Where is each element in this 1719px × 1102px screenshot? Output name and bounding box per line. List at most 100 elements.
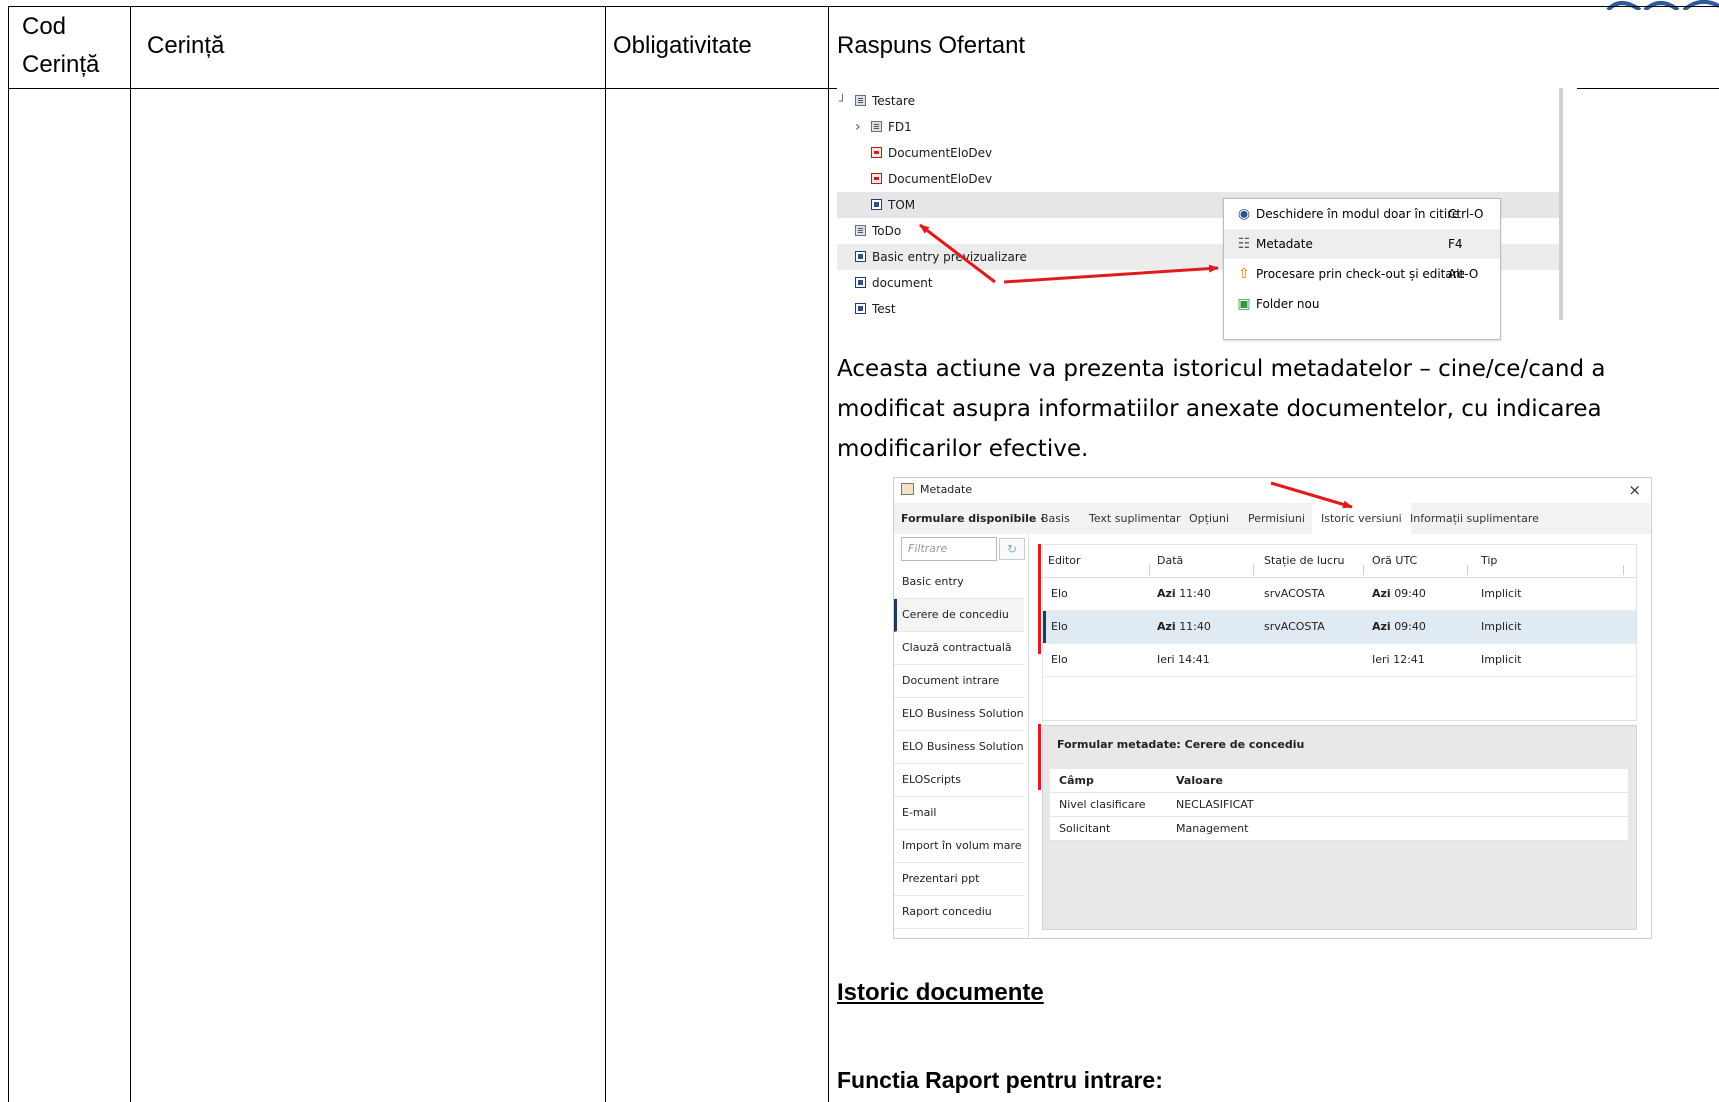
expand-icon[interactable]: › [855, 114, 861, 140]
table-row-selected[interactable]: Elo Azi 11:40 srvACOSTA Azi 09:40 Implic… [1043, 611, 1636, 644]
cell-type: Implicit [1481, 620, 1522, 633]
cell-utc-time: 09:40 [1394, 587, 1426, 600]
form-item[interactable]: Import în volum mare [894, 830, 1024, 863]
column-header-type[interactable]: Tip [1481, 545, 1497, 577]
cell-date-day: Ieri [1157, 653, 1175, 666]
menu-item-shortcut: Ctrl-O [1448, 207, 1484, 221]
table-row[interactable]: Elo Ieri 14:41 Ieri 12:41 Implicit [1043, 644, 1636, 677]
header-requirement: Cerință [147, 32, 225, 59]
menu-item-label: Procesare prin check-out și editare [1256, 267, 1465, 281]
cell-date-time: 11:40 [1179, 620, 1211, 633]
form-item[interactable]: ELO Business Solution T [894, 731, 1024, 764]
menu-item-checkout[interactable]: ⇧ Procesare prin check-out și editare Al… [1224, 259, 1500, 289]
repository-tree-screenshot: ┘ Testare › FD1 DocumentEloDev DocumentE… [837, 88, 1577, 340]
column-divider [1149, 565, 1150, 575]
menu-item-label: Metadate [1256, 237, 1313, 251]
cell-editor: Elo [1051, 653, 1068, 666]
column-header-editor[interactable]: Editor [1048, 545, 1081, 577]
cell-utc-time: 09:40 [1394, 620, 1426, 633]
menu-item-metadata[interactable]: ☷ Metadate F4 [1224, 229, 1500, 259]
menu-item-shortcut: F4 [1448, 237, 1463, 251]
tab-optiuni[interactable]: Opțiuni [1189, 503, 1229, 534]
word-doc-icon [871, 199, 882, 210]
close-icon[interactable]: × [1628, 478, 1641, 502]
detail-row[interactable]: Nivel clasificare NECLASIFICAT [1050, 793, 1628, 817]
detail-row[interactable]: Solicitant Management [1050, 817, 1628, 841]
form-item[interactable]: E-mail [894, 797, 1024, 830]
col-border-3 [828, 6, 829, 1102]
refresh-icon[interactable]: ↻ [999, 538, 1025, 560]
filter-input[interactable]: Filtrare [901, 537, 997, 561]
folder-icon [871, 121, 882, 132]
cell-date-day: Azi [1157, 620, 1176, 633]
col-border-left [8, 6, 9, 1102]
tree-item[interactable]: DocumentEloDev [837, 166, 1559, 192]
folder-icon [855, 95, 866, 106]
column-header-utc[interactable]: Oră UTC [1372, 545, 1417, 577]
context-menu: ◉ Deschidere în modul doar în citire Ctr… [1223, 198, 1501, 340]
form-item[interactable]: Clauză contractuală [894, 632, 1024, 665]
scrollbar[interactable] [1559, 88, 1563, 320]
metadata-icon [901, 483, 914, 495]
detail-value: Management [1176, 822, 1249, 835]
table-row[interactable]: Elo Azi 11:40 srvACOSTA Azi 09:40 Implic… [1043, 578, 1636, 611]
tree-item[interactable]: DocumentEloDev [837, 140, 1559, 166]
tab-permisiuni[interactable]: Permisiuni [1248, 503, 1305, 534]
cell-editor: Elo [1051, 587, 1068, 600]
word-doc-icon [855, 303, 866, 314]
form-item[interactable]: Prezentari ppt [894, 863, 1024, 896]
metadata-dialog-screenshot: Metadate × Formulare disponibile ‹ Basis… [893, 477, 1652, 939]
tree-item[interactable]: › FD1 [837, 114, 1559, 140]
menu-item-open-readonly[interactable]: ◉ Deschidere în modul doar în citire Ctr… [1224, 199, 1500, 229]
cell-type: Implicit [1481, 587, 1522, 600]
form-item-active[interactable]: Cerere de concediu [894, 599, 1024, 632]
column-divider [1467, 565, 1468, 575]
form-item[interactable]: ELO Business Solution T [894, 698, 1024, 731]
menu-item-label: Folder nou [1256, 297, 1320, 311]
form-item[interactable]: Basic entry [894, 566, 1024, 599]
function-line: Functia Raport pentru intrare: [837, 1067, 1163, 1093]
menu-item-shortcut: Alt-O [1448, 267, 1479, 281]
detail-field: Solicitant [1059, 822, 1111, 835]
menu-item-label: Deschidere în modul doar în citire [1256, 207, 1460, 221]
dialog-tabbar: Formulare disponibile ‹ Basis Text supli… [894, 503, 1651, 534]
tab-istoric-versiuni[interactable]: Istoric versiuni [1312, 503, 1411, 534]
tree-item-label: FD1 [888, 120, 912, 134]
tab-text-suplimentar[interactable]: Text suplimentar [1089, 503, 1181, 534]
tree-item-label: ToDo [872, 224, 902, 238]
detail-title: Formular metadate: Cerere de concediu [1057, 738, 1305, 751]
detail-table: Câmp Valoare Nivel clasificare NECLASIFI… [1050, 769, 1628, 841]
word-doc-icon [855, 251, 866, 262]
header-code-line1: Cod [22, 13, 67, 40]
tree-item-label: Testare [872, 94, 916, 108]
collapse-icon[interactable]: ┘ [839, 88, 846, 114]
form-item[interactable]: ELOScripts [894, 764, 1024, 797]
forms-panel-heading[interactable]: Formulare disponibile ‹ [901, 503, 1045, 534]
tree-item[interactable]: ┘ Testare [837, 88, 1559, 114]
cell-date-time: 11:40 [1179, 587, 1211, 600]
detail-col-value: Valoare [1176, 774, 1223, 787]
cell-utc-day: Azi [1372, 620, 1391, 633]
annotation-bar [1038, 724, 1041, 790]
form-item[interactable]: Raport concediu [894, 896, 1024, 929]
tab-informatii-suplimentare[interactable]: Informații suplimentare [1410, 503, 1539, 534]
tree-item-label: DocumentEloDev [888, 172, 993, 186]
description-paragraph: Aceasta actiune va prezenta istoricul me… [837, 356, 1606, 462]
cell-utc-time: 12:41 [1393, 653, 1425, 666]
annotation-bar [1038, 544, 1041, 654]
column-divider [1253, 565, 1254, 575]
column-divider [1623, 565, 1624, 575]
dialog-title: Metadate [920, 483, 973, 496]
tab-basis[interactable]: Basis [1041, 503, 1070, 534]
section-heading: Istoric documente [837, 979, 1044, 1006]
column-header-date[interactable]: Dată [1157, 545, 1183, 577]
eye-icon: ◉ [1237, 206, 1251, 222]
col-border-1 [130, 6, 131, 1102]
col-border-2 [605, 6, 606, 1102]
metadata-icon: ☷ [1237, 236, 1251, 252]
form-item[interactable]: Document intrare [894, 665, 1024, 698]
cell-editor: Elo [1051, 620, 1068, 633]
header-mandatory: Obligativitate [613, 32, 752, 59]
menu-item-new-folder[interactable]: ▣ Folder nou [1224, 289, 1500, 319]
column-header-workstation[interactable]: Stație de lucru [1264, 545, 1345, 577]
